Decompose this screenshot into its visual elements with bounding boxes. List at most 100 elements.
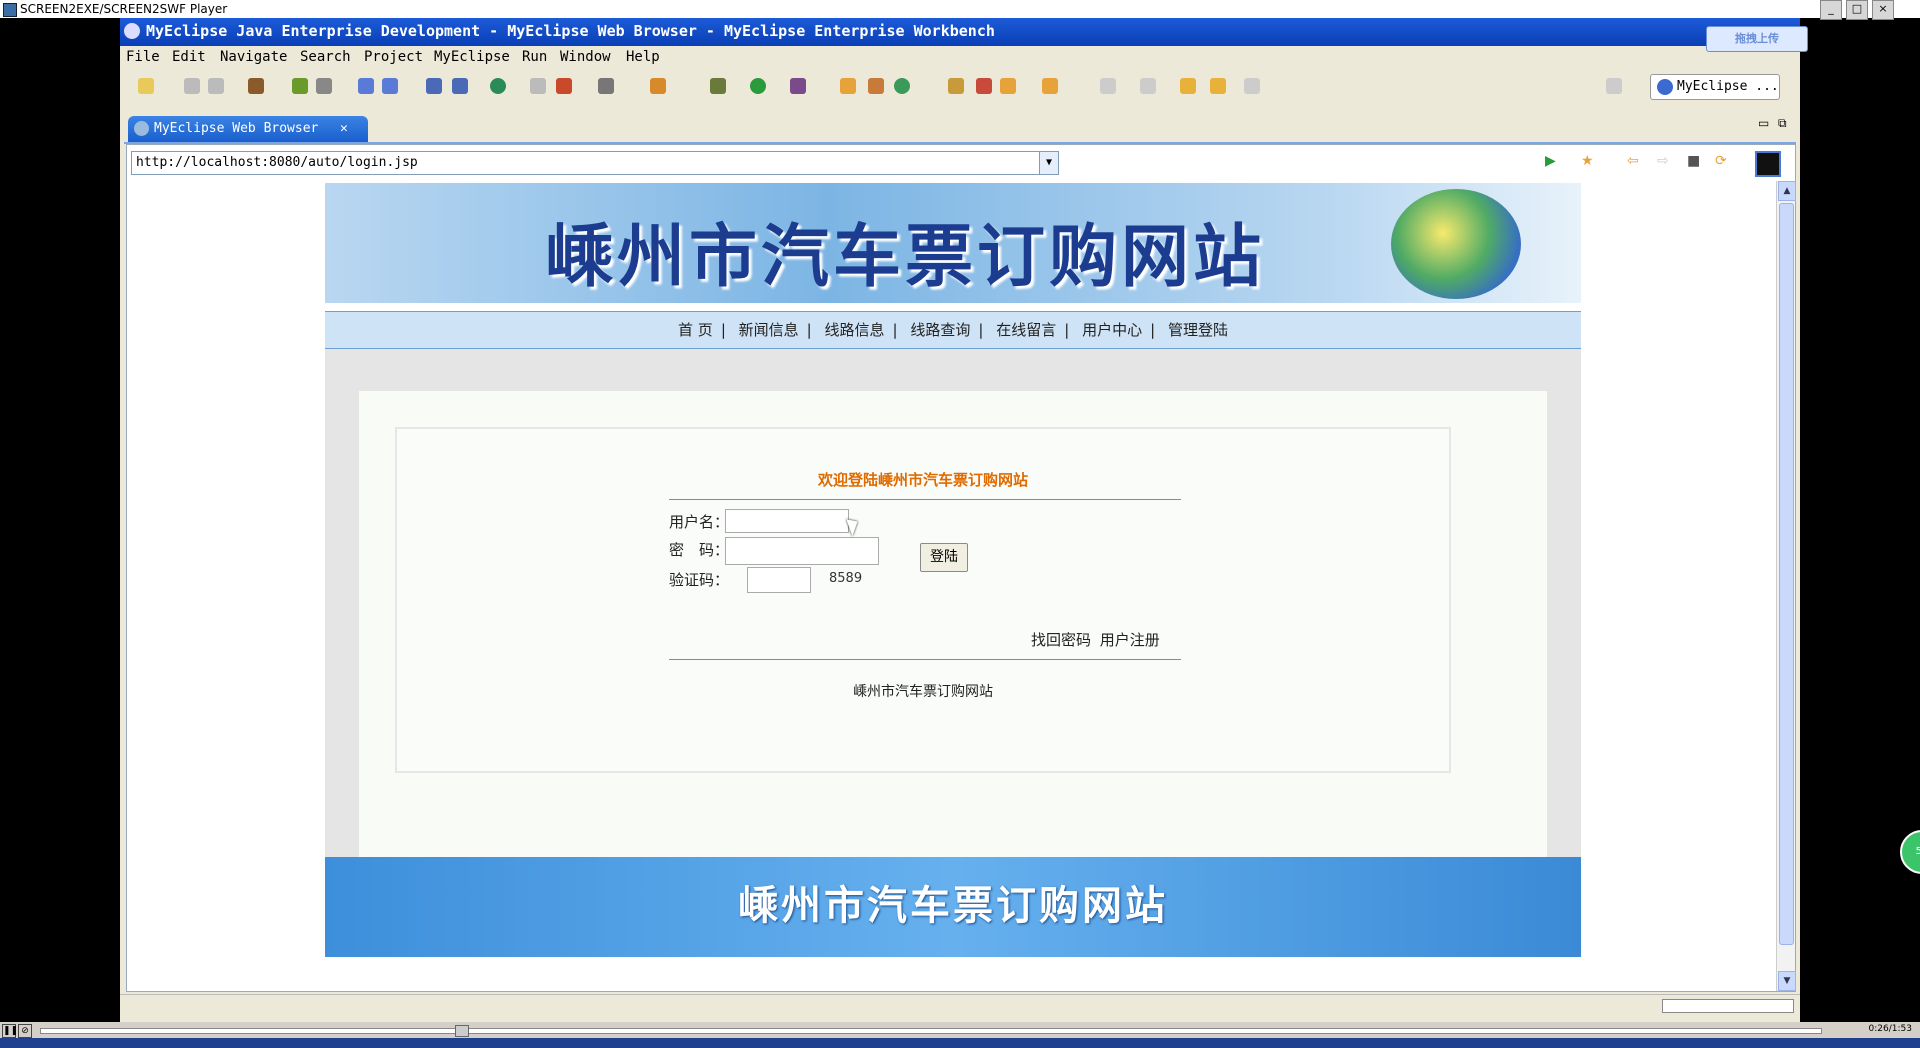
- search-folder-icon[interactable]: [1042, 78, 1058, 94]
- menu-navigate[interactable]: Navigate: [220, 49, 287, 65]
- forgot-password-link[interactable]: 找回密码: [1031, 631, 1091, 649]
- playback-time: 0:26/1:53: [1868, 1024, 1912, 1034]
- status-progress: [1662, 999, 1794, 1013]
- nav-admin-login[interactable]: 管理登陆: [1168, 321, 1228, 339]
- captcha-input[interactable]: [747, 567, 811, 593]
- package-icon[interactable]: [248, 78, 264, 94]
- nav-route-search[interactable]: 线路查询: [910, 321, 970, 339]
- taskbar: [0, 1038, 1920, 1048]
- folder-open-icon[interactable]: [1000, 78, 1016, 94]
- menu-help[interactable]: Help: [626, 49, 660, 65]
- debug-run-icon[interactable]: [710, 78, 726, 94]
- nav-home[interactable]: 首 页: [678, 321, 713, 339]
- menu-file[interactable]: File: [126, 49, 160, 65]
- banner-title: 嵊州市汽车票订购网站: [545, 218, 1266, 297]
- save-icon[interactable]: [184, 78, 200, 94]
- view-toggle-icon[interactable]: [1755, 151, 1781, 177]
- window-title: MyEclipse Java Enterprise Development - …: [146, 22, 995, 40]
- menu-project[interactable]: Project: [364, 49, 423, 65]
- tab-web-browser[interactable]: MyEclipse Web Browser ✕: [128, 116, 368, 142]
- new-web-project-icon[interactable]: [426, 78, 442, 94]
- prev-annotation-icon[interactable]: [1140, 78, 1156, 94]
- folder-icon[interactable]: [948, 78, 964, 94]
- editor-tab-row: MyEclipse Web Browser ✕ ▭ ⧉: [124, 114, 1796, 144]
- vertical-scrollbar[interactable]: ▲ ▼: [1776, 181, 1796, 991]
- go-icon[interactable]: ▶: [1545, 153, 1563, 171]
- nav-messages[interactable]: 在线留言: [996, 321, 1056, 339]
- camera-icon[interactable]: [598, 78, 614, 94]
- footer-banner: 嵊州市汽车票订购网站: [325, 857, 1581, 957]
- seek-knob[interactable]: [455, 1025, 469, 1037]
- floating-badge[interactable]: 50: [1900, 830, 1920, 874]
- url-field[interactable]: http://localhost:8080/auto/login.jsp ▼: [131, 151, 1059, 175]
- refresh-icon[interactable]: [556, 78, 572, 94]
- seek-bar[interactable]: [40, 1025, 1822, 1037]
- open-perspective-icon[interactable]: [1606, 78, 1622, 94]
- player-controls: ❚❚ ⊘ 0:26/1:53: [0, 1022, 1920, 1038]
- globe-icon: [134, 121, 149, 136]
- menu-edit[interactable]: Edit: [172, 49, 206, 65]
- player-maximize-button[interactable]: □: [1846, 0, 1868, 20]
- web-browser-icon[interactable]: [490, 78, 506, 94]
- sync-icon[interactable]: [894, 78, 910, 94]
- main-toolbar: MyEclipse ...: [120, 70, 1800, 102]
- stop-playback-icon[interactable]: ⊘: [18, 1024, 32, 1038]
- menu-myeclipse[interactable]: MyEclipse: [434, 49, 510, 65]
- browser-back-icon[interactable]: ⇦: [1627, 153, 1645, 171]
- nav-user-center[interactable]: 用户中心: [1082, 321, 1142, 339]
- url-dropdown-icon[interactable]: ▼: [1039, 152, 1058, 174]
- rocket-icon[interactable]: [976, 78, 992, 94]
- menu-search[interactable]: Search: [300, 49, 351, 65]
- player-minimize-button[interactable]: _: [1820, 0, 1842, 20]
- tab-label: MyEclipse Web Browser: [154, 121, 319, 136]
- captcha-label: 验证码：: [669, 571, 730, 589]
- redeploy-icon[interactable]: [382, 78, 398, 94]
- scroll-thumb[interactable]: [1779, 203, 1794, 945]
- server-icon[interactable]: [316, 78, 332, 94]
- debug-icon[interactable]: [292, 78, 308, 94]
- run-icon[interactable]: [750, 78, 766, 94]
- open-task-icon[interactable]: [868, 78, 884, 94]
- pause-icon[interactable]: ❚❚: [2, 1024, 18, 1038]
- nav-routes[interactable]: 线路信息: [825, 321, 885, 339]
- close-tab-icon[interactable]: ✕: [340, 116, 348, 142]
- perspective-switcher[interactable]: MyEclipse ...: [1650, 74, 1780, 100]
- globe-envelope-icon: [1391, 189, 1521, 299]
- site-container: 嵊州市汽车票订购网站 首 页 | 新闻信息 | 线路信息 | 线路查询 | 在线留言 | …: [325, 181, 1581, 991]
- browser-editor: http://localhost:8080/auto/login.jsp ▼ ▶…: [126, 144, 1796, 992]
- external-tools-icon[interactable]: [790, 78, 806, 94]
- menu-window[interactable]: Window: [560, 49, 611, 65]
- welcome-heading: 欢迎登陆嵊州市汽车票订购网站: [817, 471, 1028, 489]
- register-link[interactable]: 用户注册: [1100, 631, 1160, 649]
- username-input[interactable]: [725, 509, 849, 533]
- password-input[interactable]: [725, 537, 879, 565]
- content-area: 欢迎登陆嵊州市汽车票订购网站 用户名： 密 码： 验证码： 8589 登陆 找回…: [325, 349, 1581, 857]
- stop-icon[interactable]: ■: [1687, 153, 1705, 171]
- next-annotation-icon[interactable]: [1100, 78, 1116, 94]
- player-close-button[interactable]: ×: [1872, 0, 1894, 20]
- new-icon[interactable]: [138, 78, 154, 94]
- open-type-icon[interactable]: [840, 78, 856, 94]
- last-edit-icon[interactable]: [1180, 78, 1196, 94]
- maximize-view-icon[interactable]: ⧉: [1778, 116, 1787, 131]
- new-file-icon[interactable]: [452, 78, 468, 94]
- captcha-code: 8589: [829, 571, 863, 586]
- deploy-icon[interactable]: [358, 78, 374, 94]
- login-button[interactable]: 登陆: [920, 543, 968, 572]
- open-icon[interactable]: [530, 78, 546, 94]
- favorites-icon[interactable]: ★: [1581, 153, 1599, 171]
- nav-news[interactable]: 新闻信息: [739, 321, 799, 339]
- minimize-view-icon[interactable]: ▭: [1758, 116, 1769, 130]
- menu-run[interactable]: Run: [522, 49, 547, 65]
- back-icon[interactable]: [1210, 78, 1226, 94]
- password-label: 密 码：: [669, 541, 730, 559]
- perspective-label: MyEclipse ...: [1677, 79, 1779, 94]
- print-icon[interactable]: [208, 78, 224, 94]
- scroll-down-icon[interactable]: ▼: [1778, 971, 1796, 991]
- forward-icon[interactable]: [1244, 78, 1260, 94]
- wizard-icon[interactable]: [650, 78, 666, 94]
- header-banner: 嵊州市汽车票订购网站: [325, 183, 1581, 303]
- scroll-up-icon[interactable]: ▲: [1778, 181, 1796, 201]
- browser-forward-icon[interactable]: ⇨: [1657, 153, 1675, 171]
- browser-refresh-icon[interactable]: ⟳: [1715, 153, 1733, 171]
